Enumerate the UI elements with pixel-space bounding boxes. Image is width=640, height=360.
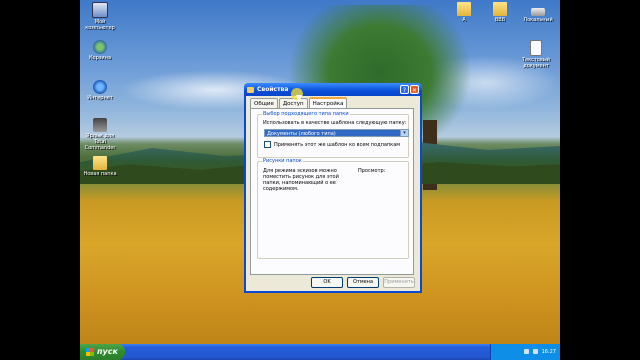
desktop-icon-my-computer[interactable]: Мой компьютер xyxy=(80,2,120,31)
document-icon xyxy=(530,40,542,56)
shortcut-icon xyxy=(93,118,107,132)
desktop-icon-new-folder[interactable]: Новая папка xyxy=(80,156,120,177)
apply-button[interactable]: Применить xyxy=(383,277,415,288)
network-icon xyxy=(93,40,107,54)
folder-icon xyxy=(457,2,471,16)
system-tray: 16:27 xyxy=(490,344,560,360)
drive-icon xyxy=(531,8,545,16)
pictures-description: Для режима эскизов можно поместить рисун… xyxy=(263,168,339,192)
close-button[interactable]: × xyxy=(410,85,419,94)
preview-label: Просмотр: xyxy=(358,168,386,174)
dialog-buttons: OK Отмена Применить xyxy=(307,277,415,288)
checkbox-label: Применять этот же шаблон ко всем подпапк… xyxy=(274,141,401,148)
dialog-body: Общие Доступ Настройка Выбор подходящего… xyxy=(246,96,420,291)
folder-pictures-group: Рисунки папок Для режима эскизов можно п… xyxy=(257,158,409,259)
start-label: пуск xyxy=(97,347,118,356)
desktop-icon-internet[interactable]: Интернет xyxy=(80,80,120,101)
template-label: Использовать в качестве шаблона следующу… xyxy=(263,120,407,126)
clock[interactable]: 16:27 xyxy=(542,349,556,355)
chevron-down-icon[interactable]: ▾ xyxy=(400,130,408,136)
desktop-icon-folder-a[interactable]: А xyxy=(444,2,484,23)
dialog-title: Свойства xyxy=(257,86,289,93)
folder-icon xyxy=(493,2,507,16)
folder-icon xyxy=(247,86,254,93)
folder-type-group: Выбор подходящего типа папки Использоват… xyxy=(257,111,409,158)
apply-subfolders-option[interactable]: Применять этот же шаблон ко всем подпапк… xyxy=(264,141,400,148)
folder-icon xyxy=(93,156,107,170)
group-title: Рисунки папок xyxy=(262,158,303,164)
cancel-button[interactable]: Отмена xyxy=(347,277,379,288)
windows-logo-icon xyxy=(86,347,94,356)
network-tray-icon[interactable] xyxy=(524,349,530,354)
desktop-icon-document[interactable]: Текстовый документ xyxy=(516,40,556,69)
properties-dialog: Свойства ? × Общие Доступ Настройка Выбо… xyxy=(244,83,422,293)
group-title: Выбор подходящего типа папки xyxy=(262,111,350,117)
desktop-icon-drive[interactable]: Локальный xyxy=(518,2,558,23)
template-select[interactable]: Документы (любого типа) ▾ xyxy=(264,129,409,137)
ok-button[interactable]: OK xyxy=(311,277,343,288)
apply-subfolders-checkbox[interactable] xyxy=(264,141,271,148)
desktop-icon-shortcut[interactable]: Ярлык для Total Commander xyxy=(80,118,120,151)
help-button[interactable]: ? xyxy=(400,85,409,94)
volume-tray-icon[interactable] xyxy=(532,349,538,354)
dialog-titlebar[interactable]: Свойства ? × xyxy=(244,83,422,96)
taskbar: пуск 16:27 xyxy=(80,344,560,360)
computer-icon xyxy=(92,2,108,18)
ie-icon xyxy=(93,80,107,94)
tab-panel: Выбор подходящего типа папки Использоват… xyxy=(250,108,414,275)
desktop-icon-recycle[interactable]: Корзина xyxy=(80,40,120,61)
desktop-icon-folder-b[interactable]: ВВВ xyxy=(480,2,520,23)
mouse-cursor-icon xyxy=(296,95,302,102)
start-button[interactable]: пуск xyxy=(80,344,125,360)
template-value: Документы (любого типа) xyxy=(267,131,336,137)
